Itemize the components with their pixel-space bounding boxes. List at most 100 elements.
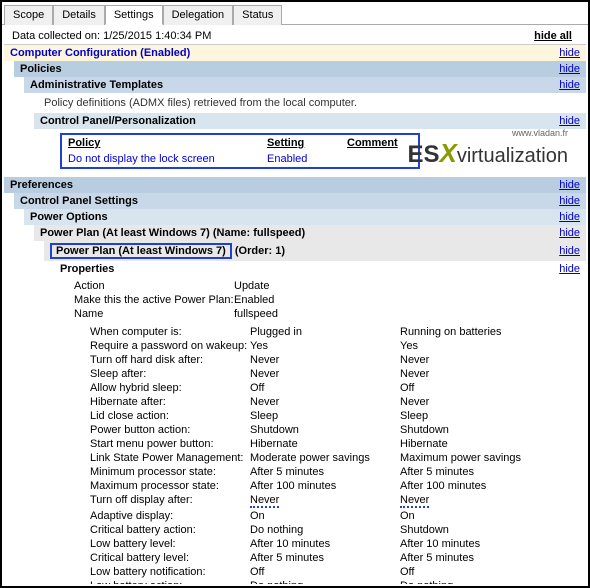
power-table-row: Low battery level:After 10 minutesAfter …	[90, 537, 586, 551]
hide-link[interactable]: hide	[559, 195, 580, 207]
section-admin-templates[interactable]: Administrative Templates hide	[24, 77, 586, 93]
tab-bar: Scope Details Settings Delegation Status	[2, 2, 588, 25]
power-table-row: Low battery action:Do nothingDo nothing	[90, 579, 586, 584]
section-cp-settings[interactable]: Control Panel Settings hide	[14, 193, 586, 209]
settings-panel[interactable]: www.vladan.fr ESXvirtualization Data col…	[4, 24, 586, 584]
plugged-in-value: Never	[250, 396, 400, 408]
section-preferences[interactable]: Preferences hide	[4, 177, 586, 193]
tab-status[interactable]: Status	[233, 5, 282, 25]
power-settings-table: When computer is:Plugged inRunning on ba…	[90, 323, 586, 584]
plugged-in-value: Hibernate	[250, 438, 400, 450]
plugged-in-value: After 5 minutes	[250, 552, 400, 564]
power-table-row: Power button action:ShutdownShutdown	[90, 423, 586, 437]
policy-setting: Enabled	[261, 151, 341, 168]
property-row: Namefullspeed	[74, 307, 586, 321]
plugged-in-value: Do nothing	[250, 580, 400, 584]
setting-name: Require a password on wakeup:	[90, 340, 250, 352]
tab-details[interactable]: Details	[53, 5, 105, 25]
properties-list: ActionUpdateMake this the active Power P…	[74, 277, 586, 323]
power-table-header: When computer is:Plugged inRunning on ba…	[90, 325, 586, 339]
watermark-logo: www.vladan.fr ESXvirtualization	[407, 132, 568, 169]
hide-all-link[interactable]: hide all	[534, 30, 578, 42]
plugged-in-value: Sleep	[250, 410, 400, 422]
setting-col-header[interactable]: Setting	[261, 134, 341, 151]
table-row[interactable]: Do not display the lock screen Enabled	[61, 151, 419, 168]
hide-link[interactable]: hide	[559, 47, 580, 59]
plugged-in-value: Never	[250, 368, 400, 380]
battery-value: Never	[400, 368, 550, 380]
computer-configuration-label: Computer Configuration (Enabled)	[10, 47, 190, 59]
setting-name: Low battery notification:	[90, 566, 250, 578]
setting-name: Power button action:	[90, 424, 250, 436]
tab-delegation[interactable]: Delegation	[163, 5, 234, 25]
section-power-options[interactable]: Power Options hide	[24, 209, 586, 225]
hide-link[interactable]: hide	[559, 79, 580, 91]
plugged-in-value: Do nothing	[250, 524, 400, 536]
property-value: Enabled	[234, 294, 384, 306]
property-value: fullspeed	[234, 308, 384, 320]
setting-name: Start menu power button:	[90, 438, 250, 450]
battery-value: Never	[400, 494, 550, 508]
battery-value: After 5 minutes	[400, 552, 550, 564]
plugged-in-value: Off	[250, 566, 400, 578]
power-plan-boxed-label: Power Plan (At least Windows 7)	[50, 243, 232, 259]
hide-link[interactable]: hide	[559, 263, 580, 275]
hide-link[interactable]: hide	[559, 63, 580, 75]
setting-name: Lid close action:	[90, 410, 250, 422]
cp-personalization-label: Control Panel/Personalization	[40, 115, 196, 127]
property-row: ActionUpdate	[74, 279, 586, 293]
power-table-row: Lid close action:SleepSleep	[90, 409, 586, 423]
comment-col-header[interactable]: Comment	[341, 134, 419, 151]
setting-name: Turn off hard disk after:	[90, 354, 250, 366]
setting-name: Link State Power Management:	[90, 452, 250, 464]
battery-value: Off	[400, 566, 550, 578]
power-table-row: Low battery notification:OffOff	[90, 565, 586, 579]
section-computer-configuration[interactable]: Computer Configuration (Enabled) hide	[4, 45, 586, 61]
tab-settings[interactable]: Settings	[105, 5, 163, 25]
setting-name: Minimum processor state:	[90, 466, 250, 478]
power-table-row: Turn off hard disk after:NeverNever	[90, 353, 586, 367]
section-cp-personalization[interactable]: Control Panel/Personalization hide	[34, 113, 586, 129]
property-key: Action	[74, 280, 234, 292]
plugged-in-value: After 100 minutes	[250, 480, 400, 492]
policy-name: Do not display the lock screen	[61, 151, 261, 168]
policies-label: Policies	[20, 63, 62, 75]
property-value: Update	[234, 280, 384, 292]
plugged-in-value: Never	[250, 354, 400, 366]
section-power-plan-order[interactable]: Power Plan (At least Windows 7) (Order: …	[44, 241, 586, 261]
hide-link[interactable]: hide	[559, 115, 580, 127]
cp-settings-label: Control Panel Settings	[20, 195, 138, 207]
battery-value: Never	[400, 354, 550, 366]
battery-value: Maximum power savings	[400, 452, 550, 464]
setting-name: Low battery action:	[90, 580, 250, 584]
policy-col-header[interactable]: Policy	[61, 134, 261, 151]
data-collected-label: Data collected on: 1/25/2015 1:40:34 PM	[12, 30, 211, 42]
power-options-label: Power Options	[30, 211, 108, 223]
setting-name: Allow hybrid sleep:	[90, 382, 250, 394]
setting-name: Hibernate after:	[90, 396, 250, 408]
setting-name: Maximum processor state:	[90, 480, 250, 492]
battery-value: Shutdown	[400, 524, 550, 536]
policy-table: Policy Setting Comment Do not display th…	[60, 133, 420, 169]
section-policies[interactable]: Policies hide	[14, 61, 586, 77]
section-power-plan-name[interactable]: Power Plan (At least Windows 7) (Name: f…	[34, 225, 586, 241]
power-table-row: Minimum processor state:After 5 minutesA…	[90, 465, 586, 479]
power-plan-label: Power Plan (At least Windows 7)	[40, 227, 210, 239]
tab-scope[interactable]: Scope	[4, 5, 53, 25]
hide-link[interactable]: hide	[559, 211, 580, 223]
hide-link[interactable]: hide	[559, 227, 580, 239]
admx-note: Policy definitions (ADMX files) retrieve…	[4, 93, 586, 113]
setting-name: Critical battery level:	[90, 552, 250, 564]
power-table-row: Turn off display after:NeverNever	[90, 493, 586, 509]
power-table-row: Hibernate after:NeverNever	[90, 395, 586, 409]
battery-value: After 10 minutes	[400, 538, 550, 550]
power-table-row: Link State Power Management:Moderate pow…	[90, 451, 586, 465]
property-key: Name	[74, 308, 234, 320]
power-table-row: Allow hybrid sleep:OffOff	[90, 381, 586, 395]
battery-value: Never	[400, 396, 550, 408]
section-properties[interactable]: Properties hide	[54, 261, 586, 277]
hide-link[interactable]: hide	[559, 245, 580, 257]
power-table-row: Require a password on wakeup:YesYes	[90, 339, 586, 353]
plugged-in-value: On	[250, 510, 400, 522]
hide-link[interactable]: hide	[559, 179, 580, 191]
